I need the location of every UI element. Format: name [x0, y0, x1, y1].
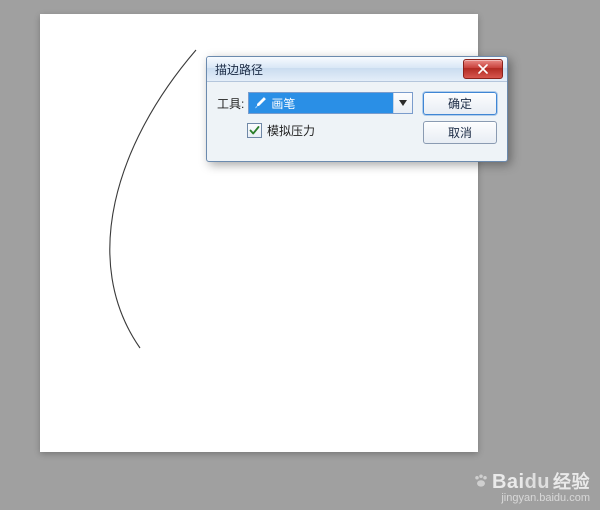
workspace: 描边路径 工具: 画笔 [0, 0, 600, 510]
cancel-button[interactable]: 取消 [423, 121, 497, 144]
tool-selected-label: 画笔 [271, 95, 295, 112]
tool-dropdown[interactable]: 画笔 [248, 92, 413, 114]
dialog-body: 工具: 画笔 [207, 82, 507, 161]
dialog-title: 描边路径 [215, 61, 463, 78]
simulate-pressure-label: 模拟压力 [267, 122, 315, 139]
watermark: Baidu 经验 jingyan.baidu.com [473, 468, 590, 504]
paw-icon [473, 473, 489, 489]
checkmark-icon [249, 125, 260, 136]
dialog-close-button[interactable] [463, 59, 503, 79]
brush-icon [253, 96, 267, 110]
dialog-titlebar[interactable]: 描边路径 [207, 57, 507, 82]
stroke-path-dialog: 描边路径 工具: 画笔 [206, 56, 508, 162]
chevron-down-icon [393, 93, 412, 113]
tool-label: 工具: [217, 95, 244, 112]
simulate-pressure-checkbox[interactable] [247, 123, 262, 138]
close-icon [478, 64, 488, 74]
ok-button[interactable]: 确定 [423, 92, 497, 115]
